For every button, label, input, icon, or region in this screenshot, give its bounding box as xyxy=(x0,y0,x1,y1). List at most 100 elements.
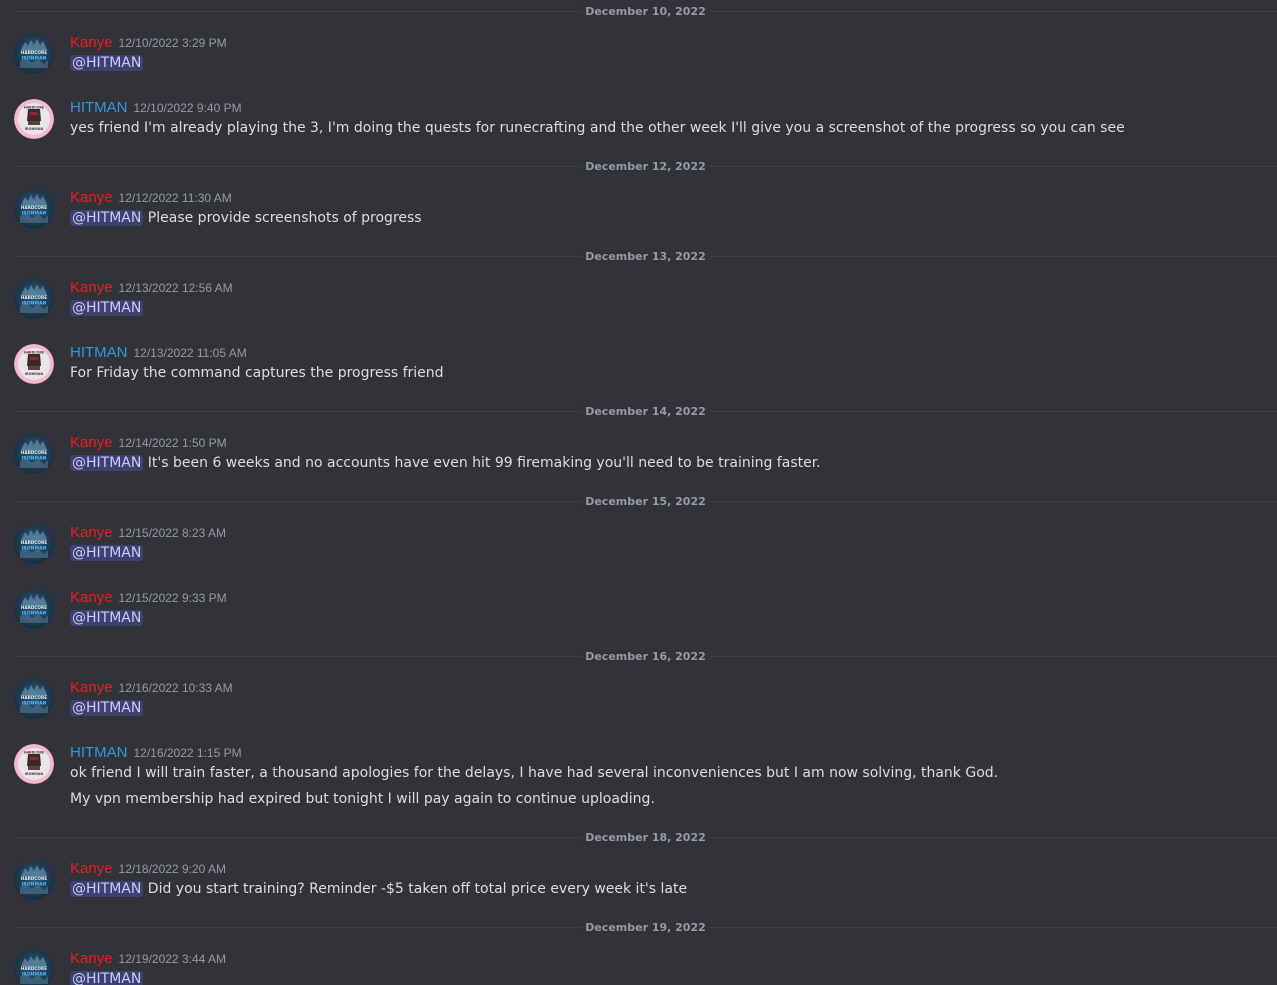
user-mention[interactable]: @HITMAN xyxy=(70,700,144,716)
date-divider: December 18, 2022 xyxy=(14,831,1277,844)
message-content: @HITMAN Did you start training? Reminder… xyxy=(70,879,687,899)
svg-text:IRONMAN: IRONMAN xyxy=(22,211,47,217)
message-header: Kanye 12/16/2022 10:33 AM xyxy=(70,678,233,697)
username[interactable]: Kanye xyxy=(70,34,113,51)
timestamp: 12/10/2022 3:29 PM xyxy=(118,36,227,50)
svg-text:HARDCORE: HARDCORE xyxy=(21,205,47,210)
username[interactable]: Kanye xyxy=(70,189,113,206)
date-divider-label: December 14, 2022 xyxy=(581,405,710,418)
hardcore-ironman-avatar-icon[interactable]: HARDCORE IRONMAN xyxy=(14,434,54,474)
hardcore-ironman-avatar-icon[interactable]: HARDCORE IRONMAN xyxy=(14,860,54,900)
hardcore-ironman-avatar-icon[interactable]: HARDCORE IRONMAN xyxy=(14,679,54,719)
timestamp: 12/13/2022 11:05 AM xyxy=(133,346,247,360)
svg-text:HARDCORE: HARDCORE xyxy=(24,106,44,110)
svg-text:HARDCORE: HARDCORE xyxy=(24,351,44,355)
message-header: Kanye 12/13/2022 12:56 AM xyxy=(70,278,233,297)
chat-message-list[interactable]: December 10, 2022 December 12, 2022 Dece… xyxy=(0,0,1277,985)
username[interactable]: HITMAN xyxy=(70,744,128,761)
date-divider-label: December 18, 2022 xyxy=(581,831,710,844)
username[interactable]: HITMAN xyxy=(70,344,128,361)
user-mention[interactable]: @HITMAN xyxy=(70,971,144,985)
svg-text:HARDCORE: HARDCORE xyxy=(21,540,47,545)
message-text: Please provide screenshots of progress xyxy=(143,210,422,226)
user-mention[interactable]: @HITMAN xyxy=(70,610,144,626)
user-mention[interactable]: @HITMAN xyxy=(70,210,144,226)
user-mention[interactable]: @HITMAN xyxy=(70,455,144,471)
message-text: Did you start training? Reminder -$5 tak… xyxy=(143,881,688,897)
username[interactable]: Kanye xyxy=(70,950,113,967)
message-text: My vpn membership had expired but tonigh… xyxy=(70,791,655,807)
message-header: Kanye 12/15/2022 9:33 PM xyxy=(70,588,227,607)
svg-text:IRONMAN: IRONMAN xyxy=(22,456,47,462)
date-divider: December 10, 2022 xyxy=(14,5,1277,18)
user-mention[interactable]: @HITMAN xyxy=(70,881,144,897)
message-header: Kanye 12/12/2022 11:30 AM xyxy=(70,188,232,207)
message-header: Kanye 12/15/2022 8:23 AM xyxy=(70,523,226,542)
username[interactable]: Kanye xyxy=(70,524,113,541)
message-text: It's been 6 weeks and no accounts have e… xyxy=(143,455,821,471)
timestamp: 12/10/2022 9:40 PM xyxy=(133,101,242,115)
ironman-helmet-avatar-icon[interactable]: HARDCORE IRONMAN xyxy=(14,99,54,139)
hardcore-ironman-avatar-icon[interactable]: HARDCORE IRONMAN xyxy=(14,589,54,629)
username[interactable]: Kanye xyxy=(70,279,113,296)
message-text: ok friend I will train faster, a thousan… xyxy=(70,765,999,781)
date-divider: December 15, 2022 xyxy=(14,495,1277,508)
user-mention[interactable]: @HITMAN xyxy=(70,545,144,561)
svg-text:IRONMAN: IRONMAN xyxy=(22,56,47,62)
message-header: HITMAN 12/13/2022 11:05 AM xyxy=(70,343,247,362)
hardcore-ironman-avatar-icon[interactable]: HARDCORE IRONMAN xyxy=(14,189,54,229)
message-content: @HITMAN xyxy=(70,53,144,73)
svg-text:HARDCORE: HARDCORE xyxy=(21,605,47,610)
hardcore-ironman-avatar-icon[interactable]: HARDCORE IRONMAN xyxy=(14,950,54,985)
message-header: Kanye 12/14/2022 1:50 PM xyxy=(70,433,227,452)
timestamp: 12/15/2022 9:33 PM xyxy=(118,591,227,605)
timestamp: 12/16/2022 10:33 AM xyxy=(118,681,233,695)
ironman-helmet-avatar-icon[interactable]: HARDCORE IRONMAN xyxy=(14,744,54,784)
username[interactable]: HITMAN xyxy=(70,99,128,116)
svg-text:HARDCORE: HARDCORE xyxy=(21,695,47,700)
message-content: @HITMAN It's been 6 weeks and no account… xyxy=(70,453,821,473)
ironman-helmet-avatar-icon[interactable]: HARDCORE IRONMAN xyxy=(14,344,54,384)
timestamp: 12/13/2022 12:56 AM xyxy=(118,281,233,295)
username[interactable]: Kanye xyxy=(70,434,113,451)
svg-text:IRONMAN: IRONMAN xyxy=(22,301,47,307)
svg-text:IRONMAN: IRONMAN xyxy=(22,972,47,978)
date-divider: December 16, 2022 xyxy=(14,650,1277,663)
timestamp: 12/15/2022 8:23 AM xyxy=(118,526,226,540)
user-mention[interactable]: @HITMAN xyxy=(70,300,144,316)
svg-text:HARDCORE: HARDCORE xyxy=(21,50,47,55)
message-content: @HITMAN xyxy=(70,698,144,718)
user-mention[interactable]: @HITMAN xyxy=(70,55,144,71)
message-header: Kanye 12/10/2022 3:29 PM xyxy=(70,33,227,52)
message-content: @HITMAN xyxy=(70,969,144,985)
message-header: Kanye 12/19/2022 3:44 AM xyxy=(70,949,226,968)
date-divider: December 19, 2022 xyxy=(14,921,1277,934)
date-divider-label: December 10, 2022 xyxy=(581,5,710,18)
timestamp: 12/16/2022 1:15 PM xyxy=(133,746,242,760)
username[interactable]: Kanye xyxy=(70,860,113,877)
svg-text:IRONMAN: IRONMAN xyxy=(22,546,47,552)
date-divider-label: December 19, 2022 xyxy=(581,921,710,934)
hardcore-ironman-avatar-icon[interactable]: HARDCORE IRONMAN xyxy=(14,34,54,74)
svg-text:HARDCORE: HARDCORE xyxy=(21,876,47,881)
svg-text:IRONMAN: IRONMAN xyxy=(25,127,44,131)
message-content: @HITMAN xyxy=(70,298,144,318)
hardcore-ironman-avatar-icon[interactable]: HARDCORE IRONMAN xyxy=(14,524,54,564)
hardcore-ironman-avatar-icon[interactable]: HARDCORE IRONMAN xyxy=(14,279,54,319)
timestamp: 12/18/2022 9:20 AM xyxy=(118,862,226,876)
message-header: HITMAN 12/10/2022 9:40 PM xyxy=(70,98,242,117)
date-divider-label: December 16, 2022 xyxy=(581,650,710,663)
svg-text:HARDCORE: HARDCORE xyxy=(21,966,47,971)
message-header: Kanye 12/18/2022 9:20 AM xyxy=(70,859,226,878)
date-divider: December 13, 2022 xyxy=(14,250,1277,263)
username[interactable]: Kanye xyxy=(70,589,113,606)
timestamp: 12/19/2022 3:44 AM xyxy=(118,952,226,966)
svg-text:HARDCORE: HARDCORE xyxy=(21,450,47,455)
date-divider-label: December 13, 2022 xyxy=(581,250,710,263)
svg-text:HARDCORE: HARDCORE xyxy=(21,295,47,300)
svg-text:IRONMAN: IRONMAN xyxy=(25,772,44,776)
username[interactable]: Kanye xyxy=(70,679,113,696)
message-content: @HITMAN xyxy=(70,608,144,628)
date-divider-label: December 12, 2022 xyxy=(581,160,710,173)
message-content: @HITMAN xyxy=(70,543,144,563)
